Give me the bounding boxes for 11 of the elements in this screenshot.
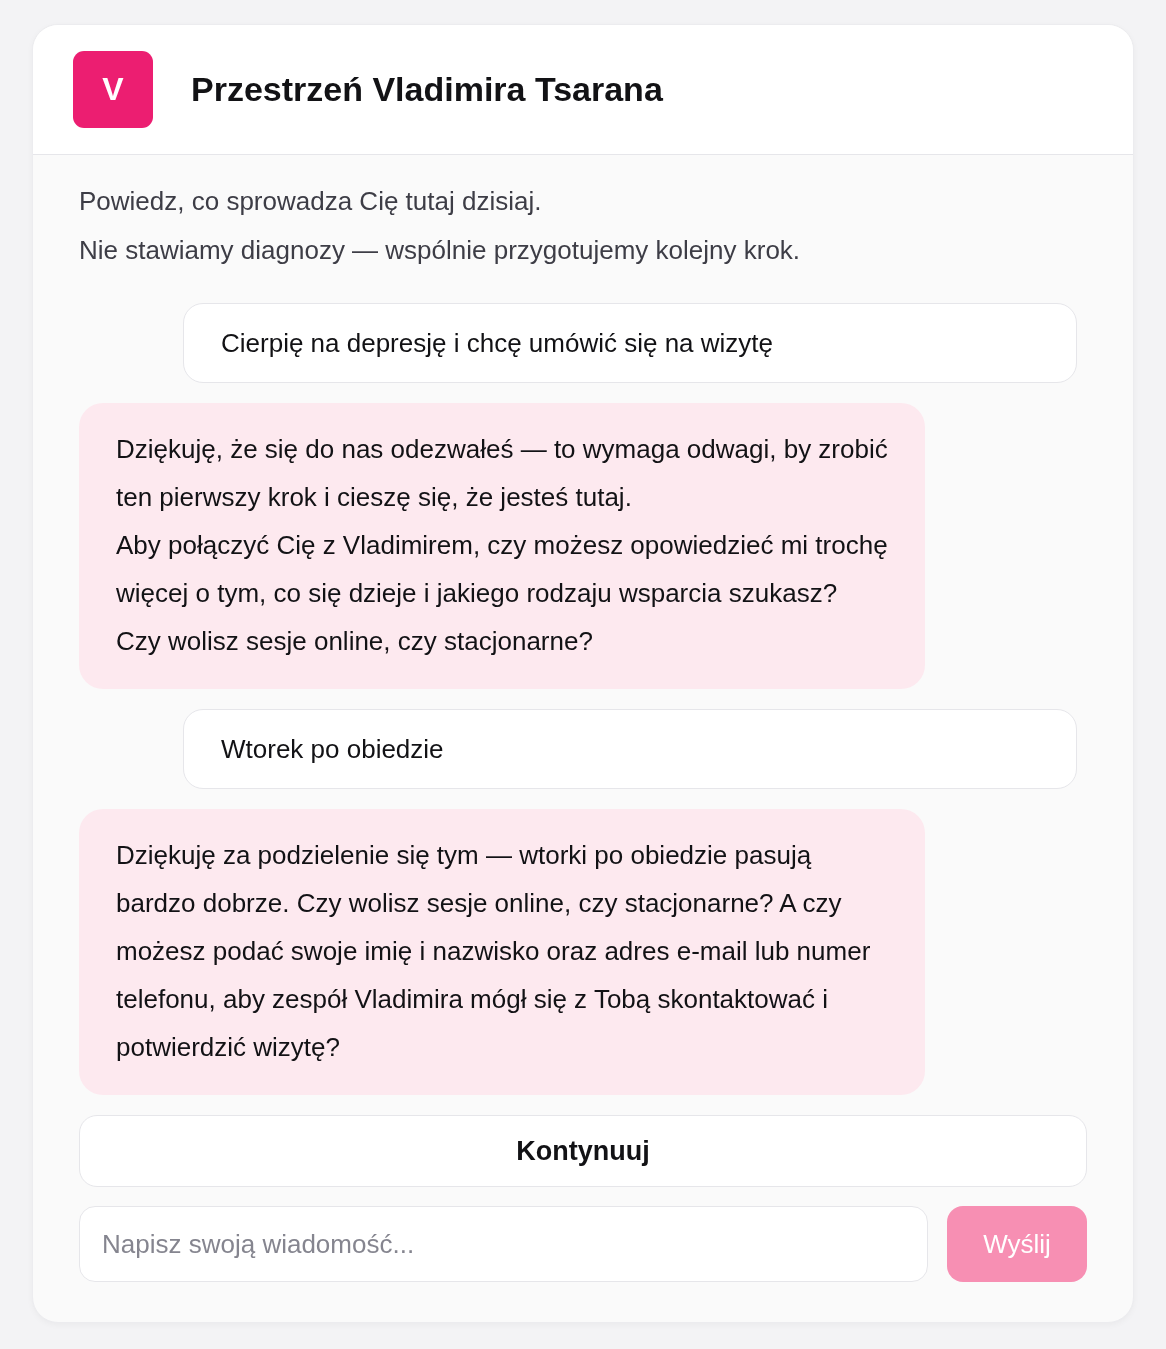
assistant-message-text: Dziękuję za podzielenie się tym — wtorki po obiedzie pasują bardzo dobrze. Czy wolisz sesje online, czy stacjonarne? A czy możesz podać swoje imię i nazwisko oraz adres e-mail lub numer telefonu, aby zespół Vladimira mógł się z Tobą skontaktować i potwierdzić wizytę? [116,839,872,1064]
avatar-tile: V [73,51,153,128]
assistant-message-text: Dziękuję, że się do nas odezwałeś — to wymaga odwagi, by zrobić ten pierwszy krok i cieszę się, że jesteś tutaj. [116,433,889,514]
intro-text: Powiedz, co sprowadza Cię tutaj dzisiaj. [79,185,543,218]
user-message-text: Cierpię na depresję i chcę umówić się na wizytę [221,327,775,360]
assistant-message-text: Aby połączyć Cię z Vladimirem, czy możesz opowiedzieć mi trochę więcej o tym, co się dzieje i jakiego rodzaju wsparcia szukasz? Czy wolisz sesje online, czy stacjonarne? [116,529,889,658]
user-message-text: Wtorek po obiedzie [221,733,445,766]
message-input-field[interactable]: Napisz swoją wiadomość... [79,1206,928,1282]
intro-text: Nie stawiamy diagnozy — wspólnie przygotujemy kolejny krok. [79,234,802,267]
window-title: Przestrzeń Vladimira Tsarana [191,70,663,109]
continue-button[interactable]: Kontynuuj [79,1115,1087,1187]
